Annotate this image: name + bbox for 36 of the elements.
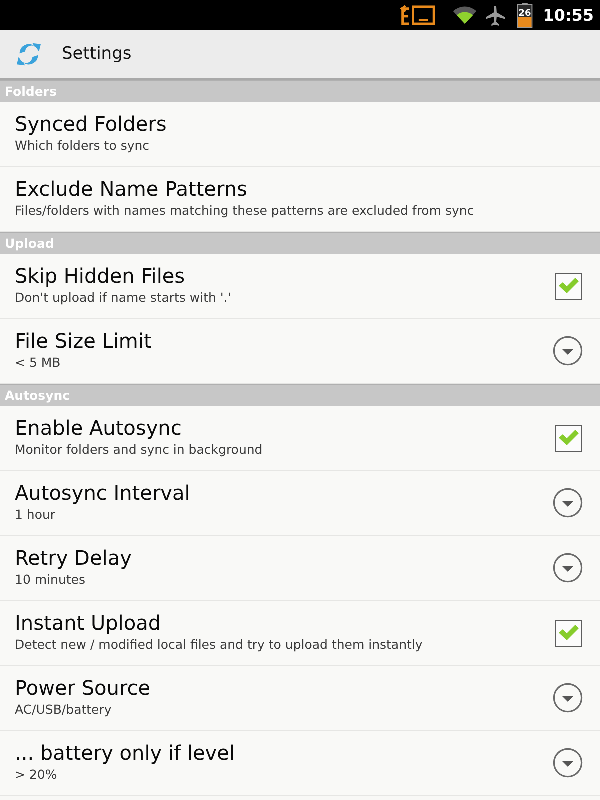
preference-summary: Which folders to sync [15, 137, 150, 154]
section-header: Folders [0, 80, 600, 102]
preference-summary: < 5 MB [15, 354, 61, 371]
checkmark-icon [558, 278, 578, 294]
section-header: Upload [0, 232, 600, 254]
preference-title: Instant Upload [15, 611, 162, 636]
preference-title: Skip Hidden Files [15, 264, 186, 289]
preference-summary: AC/USB/battery [15, 701, 112, 718]
preference-title: Enable Autosync [15, 416, 182, 441]
preference-summary: Don't upload if name starts with '.' [15, 289, 232, 306]
checkbox[interactable] [555, 620, 582, 646]
section-header: Autosync [0, 384, 600, 406]
preference-title: Autosync Interval [15, 481, 190, 506]
checkmark-icon [558, 430, 578, 446]
wifi-icon [453, 6, 478, 24]
preference-title: ... battery only if level [15, 741, 235, 766]
preference-title: Power Source [15, 676, 151, 701]
arrow-and-box-icon [400, 4, 436, 26]
preference-summary: Monitor folders and sync in background [15, 441, 263, 458]
preference-summary: 1 hour [15, 506, 56, 523]
preference-summary: > 20% [15, 766, 58, 783]
preference-title: Synced Folders [15, 112, 167, 137]
preference-title: File Size Limit [15, 329, 152, 354]
preference-title: Exclude Name Patterns [15, 177, 248, 202]
checkbox[interactable] [555, 424, 582, 452]
battery-percent: 26 [518, 8, 532, 18]
preference-summary: Files/folders with names matching these patterns are excluded from sync [15, 202, 474, 219]
preference-title: Retry Delay [15, 546, 132, 571]
preference-summary: 10 minutes [15, 571, 86, 588]
checkmark-icon [558, 625, 578, 641]
checkbox[interactable] [555, 272, 582, 300]
clock-time: 10:55 [543, 6, 594, 24]
preference-summary: Detect new / modified local files and try to upload them instantly [15, 636, 423, 653]
battery-icon [517, 2, 534, 28]
screen-title: Settings [62, 44, 132, 64]
airplane-icon [486, 4, 506, 26]
